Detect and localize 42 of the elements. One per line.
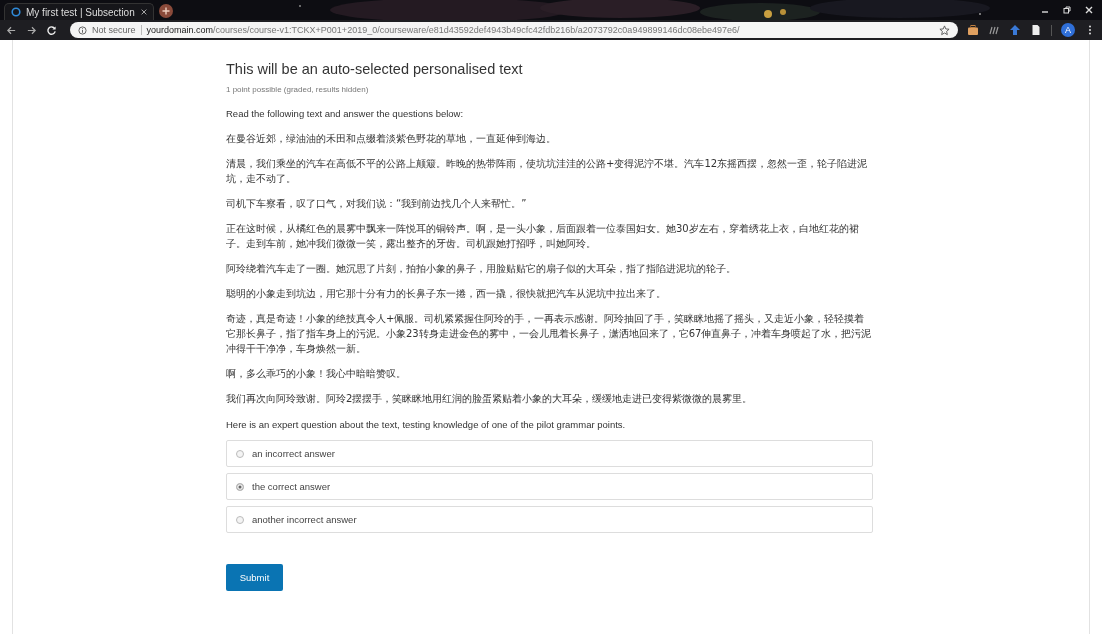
document-icon[interactable] — [1030, 24, 1042, 36]
url-text: yourdomain.com/courses/course-v1:TCKX+P001+2019_0/courseware/e81d43592def4943b49cfc42fdb216b/a2073792c0a949899146dc08ebe497e6/ — [146, 25, 740, 35]
reload-icon[interactable] — [46, 24, 57, 36]
browser-tab[interactable]: My first test | Subsection — [4, 3, 154, 20]
story-paragraph: 我们再次向阿玲致谢。阿玲2摆摆手，笑眯眯地用红润的脸蛋紧贴着小象的大耳朵，缓缓地走进已变得紫微微的晨雾里。 — [226, 392, 754, 406]
option-label: another incorrect answer — [252, 514, 357, 525]
star-icon[interactable] — [939, 24, 950, 36]
close-icon[interactable] — [139, 8, 148, 16]
instruction-text: Read the following text and answer the questions below: — [226, 107, 465, 121]
restore-icon[interactable] — [1062, 5, 1072, 15]
radio-button[interactable] — [236, 482, 244, 491]
radio-button[interactable] — [236, 449, 244, 458]
tab-title: My first test | Subsection — [26, 6, 135, 18]
question-text: Here is an expert question about the text, testing knowledge of one of the pilot grammar points. — [226, 418, 627, 432]
story-paragraph: 聪明的小象走到坑边，用它那十分有力的长鼻子东一捲，西一撬，很快就把汽车从泥坑中拉出来了。 — [226, 287, 667, 301]
forward-icon[interactable] — [26, 24, 37, 36]
story-paragraph: 清晨，我们乘坐的汽车在高低不平的公路上颠簸。昨晚的热带阵雨，使坑坑洼洼的公路+变得泥泞不堪。汽车12东摇西摆，忽然一歪，轮子陷进泥坑，走不动了。 — [226, 157, 869, 186]
answer-option[interactable]: an incorrect answer — [226, 440, 873, 467]
answer-option[interactable]: the correct answer — [226, 473, 873, 500]
security-label: Not secure — [92, 25, 136, 35]
submit-button[interactable]: Submit — [226, 564, 283, 591]
upload-icon[interactable] — [1009, 24, 1021, 36]
profile-avatar[interactable]: A — [1061, 23, 1075, 37]
back-icon[interactable] — [6, 24, 17, 36]
answer-option[interactable]: another incorrect answer — [226, 506, 873, 533]
story-paragraph: 啊，多么乖巧的小象！我心中暗暗赞叹。 — [226, 367, 407, 381]
story-paragraph: 在曼谷近郊，绿油油的禾田和点缀着淡紫色野花的草地，一直延伸到海边。 — [226, 132, 557, 146]
problem-title: This will be an auto-selected personalised text — [226, 60, 524, 78]
points-text: 1 point possible (graded, results hidden) — [226, 84, 370, 95]
info-icon — [78, 25, 87, 35]
story-paragraph: 正在这时候，从橘红色的晨雾中飘来一阵悦耳的铜铃声。啊，是一头小象，后面跟着一位泰国妇女。她30岁左右，穿着绣花上衣，白地红花的裙子。走到车前，她冲我们微微一笑，露出整齐的牙齿。司机跟她打招呼，叫她阿玲。 — [226, 222, 860, 251]
new-tab-icon[interactable] — [159, 4, 173, 18]
option-label: an incorrect answer — [252, 448, 335, 459]
briefcase-icon[interactable] — [967, 24, 979, 36]
story-paragraph: 阿玲绕着汽车走了一圈。她沉思了片刻，拍拍小象的鼻子，用脸贴贴它的扇子似的大耳朵，指了指陷进泥坑的轮子。 — [226, 262, 737, 276]
address-bar[interactable]: Not secure yourdomain.com/courses/course-v1:TCKX+P001+2019_0/courseware/e81d43592def4943b49cfc42fdb216b/a2073792c0a949899146dc08ebe497e6/ — [70, 22, 958, 38]
circle-icon — [11, 7, 21, 17]
story-paragraph: 奇迹，真是奇迹！小象的绝技真令人+佩服。司机紧紧握住阿玲的手，一再表示感谢。阿玲抽回了手，笑眯眯地摇了摇头，又走近小象，轻轻摸着它那长鼻子，指了指车身上的污泥。小象23转身走进金色的雾中，一会儿甩着长鼻子，潇洒地回来了，它67伸直鼻子，冲着车身喷起了水，把污泥冲得干干净净，车身焕然一新。 — [226, 312, 873, 356]
extension-icon[interactable] — [988, 24, 1000, 36]
radio-button[interactable] — [236, 515, 244, 524]
story-paragraph: 司机下车察看，叹了口气，对我们说：“我到前边找几个人来帮忙。” — [226, 197, 528, 211]
option-label: the correct answer — [252, 481, 331, 492]
